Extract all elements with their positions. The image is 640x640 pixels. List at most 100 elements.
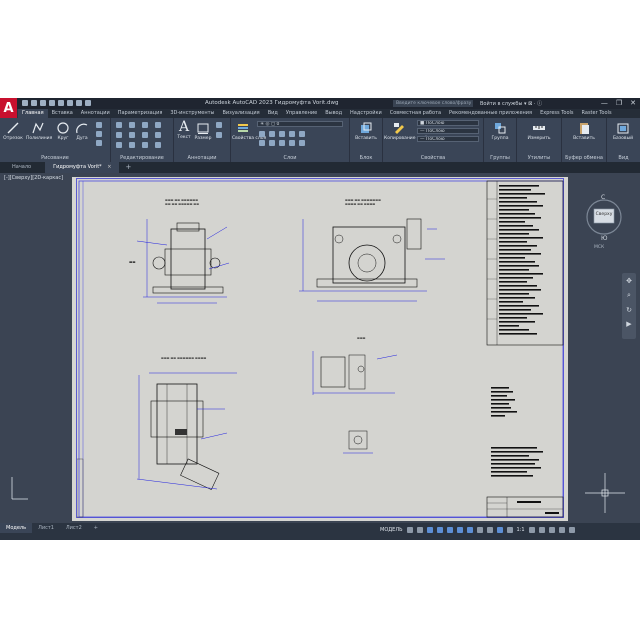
layer-unisolate-icon[interactable] [259,140,265,146]
polar-tracking-icon[interactable] [436,526,443,533]
viewcube-south[interactable]: Ю [601,235,607,242]
linetype-dropdown[interactable]: — ПоСлою [417,136,479,142]
redo-icon[interactable] [85,100,91,106]
units-icon[interactable] [538,526,545,533]
save-icon[interactable] [40,100,46,106]
color-dropdown[interactable]: ■ ПоСлою [417,120,479,126]
close-tab-icon[interactable]: × [107,164,111,170]
mirror-icon[interactable] [129,132,135,138]
rectangle-icon[interactable] [96,122,102,128]
tab-raster-tools[interactable]: Raster Tools [578,109,616,118]
workspace-gear-icon[interactable] [528,526,535,533]
transparency-icon[interactable] [486,526,493,533]
isodraft-icon[interactable] [446,526,453,533]
annotation-visibility-icon[interactable] [506,526,513,533]
move-icon[interactable] [116,122,122,128]
tab-3d-tools[interactable]: 3D-инструменты [166,109,218,118]
tab-express-tools[interactable]: Express Tools [536,109,577,118]
layer-walk-icon[interactable] [289,140,295,146]
model-space-button[interactable]: МОДЕЛЬ [380,527,403,533]
customization-menu-icon[interactable] [568,526,575,533]
tab-view[interactable]: Вид [264,109,282,118]
polyline-tool[interactable]: Полилиния [26,121,52,141]
tab-featured-apps[interactable]: Рекомендованные приложения [445,109,536,118]
paste-tool[interactable]: Вставить [568,121,600,141]
table-icon[interactable] [216,132,222,138]
layer-properties-tool[interactable]: Свойства слоя [232,121,266,141]
explode-icon[interactable] [155,132,161,138]
autocad-logo-button[interactable]: A [0,98,17,120]
open-file-icon[interactable] [31,100,37,106]
orbit-icon[interactable]: ↻ [622,306,636,314]
tab-home[interactable]: Главная [18,109,48,118]
layer-match-icon[interactable] [299,131,305,137]
match-properties-tool[interactable]: Копирование свойств [384,121,435,141]
tab-annotate[interactable]: Аннотации [77,109,114,118]
layer-isolate-icon[interactable] [269,131,275,137]
sign-in-button[interactable]: Войти в службы ▾ ⊠ · ⓘ [480,100,542,107]
tab-model[interactable]: Модель [0,523,33,533]
viewcube-top-face[interactable]: Сверху [594,212,614,217]
layer-merge-icon[interactable] [299,140,305,146]
zoom-icon[interactable]: ⌕ [622,291,636,300]
tab-output[interactable]: Вывод [321,109,346,118]
tab-parametric[interactable]: Параметризация [114,109,167,118]
layer-off-icon[interactable] [259,131,265,137]
web-mobile-icon[interactable] [58,100,64,106]
tab-layout1[interactable]: Лист1 [32,523,60,533]
circle-tool[interactable]: Круг [54,121,72,141]
copy-icon[interactable] [116,132,122,138]
base-view-tool[interactable]: Базовый [610,121,636,141]
viewcube[interactable]: Сверху С Ю МСК [584,187,624,253]
add-layout-button[interactable]: + [88,523,104,533]
viewport-controls[interactable]: [-][Сверху][2D-каркас] [4,175,63,181]
layer-thaw-icon[interactable] [269,140,275,146]
close-window-button[interactable]: ✕ [630,99,636,107]
text-tool[interactable]: A Текст [176,120,192,141]
save-as-icon[interactable] [49,100,55,106]
layer-lock-icon[interactable] [289,131,295,137]
scale-icon[interactable] [129,142,135,148]
group-tool[interactable]: Группа [487,121,513,141]
pan-icon[interactable]: ✥ [622,277,636,285]
erase-icon[interactable] [155,122,161,128]
minimize-button[interactable]: — [601,99,608,107]
tab-manage[interactable]: Управление [282,109,321,118]
wcs-menu[interactable]: МСК [594,245,604,250]
tab-visualize[interactable]: Визуализация [218,109,263,118]
grid-icon[interactable] [406,526,413,533]
search-input[interactable]: Введите ключевое слово/фразу [393,100,473,107]
tab-layout2[interactable]: Лист2 [60,523,88,533]
drawing-viewport[interactable]: [-][Сверху][2D-каркас] ▬▬▬ ▬▬ ▬▬▬▬▬▬ ▬▬ … [0,173,640,523]
hatch-icon[interactable] [96,131,102,137]
new-file-icon[interactable] [22,100,28,106]
drawing-sheet[interactable]: ▬▬▬ ▬▬ ▬▬▬▬▬▬ ▬▬ ▬▬ ▬▬▬▬▬ ▬▬ ▬▬ ▬▬▬ ▬▬ ▬… [72,177,568,521]
lineweight-dropdown[interactable]: — ПоСлою [417,128,479,134]
isolate-objects-icon[interactable] [548,526,555,533]
stretch-icon[interactable] [116,142,122,148]
fullscreen-icon[interactable] [558,526,565,533]
showmotion-icon[interactable]: ▶ [622,320,636,328]
insert-block-tool[interactable]: Вставить [353,121,379,141]
trim-icon[interactable] [142,122,148,128]
snap-icon[interactable] [416,526,423,533]
rotate-icon[interactable] [129,122,135,128]
ellipse-icon[interactable] [96,140,102,146]
tab-collaborate[interactable]: Совместная работа [386,109,445,118]
measure-tool[interactable]: Измерить [523,121,555,141]
dimension-tool[interactable]: Размер [194,121,212,141]
line-tool[interactable]: Отрезок [3,121,23,141]
layer-unlock-icon[interactable] [279,140,285,146]
object-snap-tracking-icon[interactable] [456,526,463,533]
array-icon[interactable] [142,142,148,148]
selection-cycling-icon[interactable] [496,526,503,533]
offset-icon[interactable] [155,142,161,148]
tab-drawing[interactable]: Гидромуфта Vorit* × [45,162,120,173]
ortho-icon[interactable] [426,526,433,533]
fillet-icon[interactable] [142,132,148,138]
tab-insert[interactable]: Вставка [48,109,77,118]
tab-addins[interactable]: Надстройки [346,109,386,118]
leader-icon[interactable] [216,122,222,128]
lineweight-toggle-icon[interactable] [476,526,483,533]
undo-icon[interactable] [76,100,82,106]
